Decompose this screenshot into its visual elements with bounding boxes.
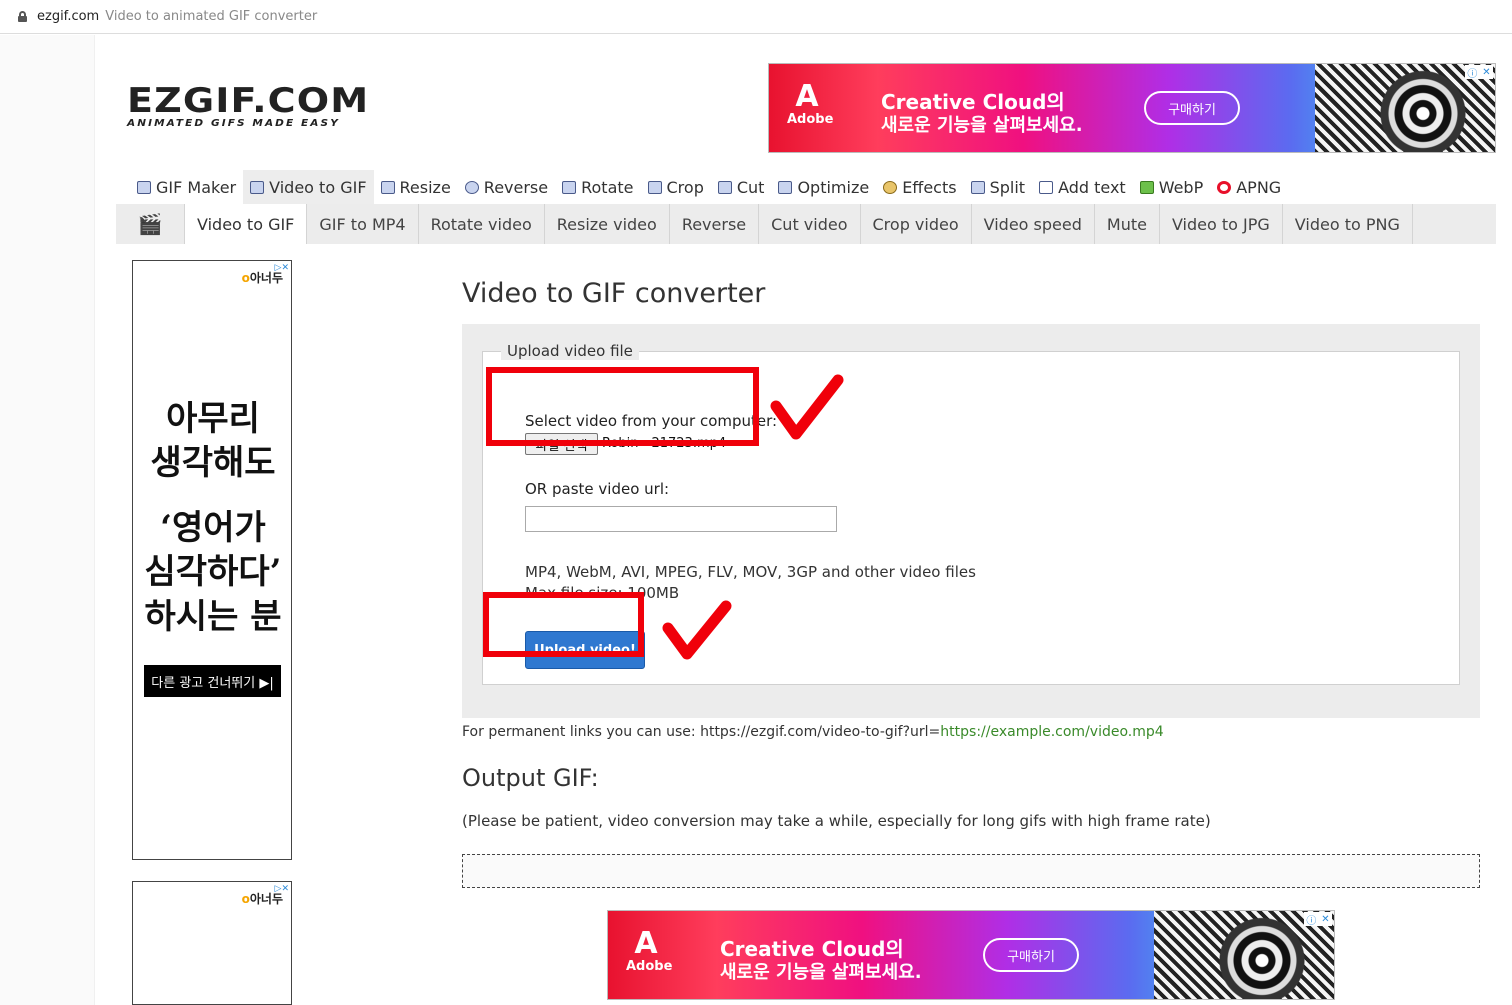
nav-optimize[interactable]: Optimize xyxy=(771,170,876,204)
nav-split[interactable]: Split xyxy=(964,170,1032,204)
nav-cut[interactable]: Cut xyxy=(711,170,772,204)
side-ad-line-4: 심각하다’ xyxy=(144,552,282,592)
subnav-crop-video[interactable]: Crop video xyxy=(859,204,971,244)
nav-gif-maker[interactable]: GIF Maker xyxy=(130,170,243,204)
url-label: OR paste video url: xyxy=(525,480,670,498)
video-url-input[interactable] xyxy=(525,506,837,532)
apng-icon xyxy=(1217,180,1232,194)
nav-crop[interactable]: Crop xyxy=(641,170,711,204)
highlight-box-upload xyxy=(483,592,644,657)
bottom-banner-ad[interactable]: A Adobe Creative Cloud의 새로운 기능을 살펴보세요. 구… xyxy=(607,910,1335,1000)
patience-note: (Please be patient, video conversion may… xyxy=(462,812,1211,830)
clapperboard-icon: 🎬 xyxy=(137,212,163,236)
optimize-icon xyxy=(778,180,793,194)
webp-icon xyxy=(1139,180,1154,194)
output-title: Output GIF: xyxy=(462,764,599,792)
add-text-icon xyxy=(1039,180,1054,194)
nav-video-to-gif[interactable]: Video to GIF xyxy=(243,170,374,204)
side-ad-line-1: 아무리 xyxy=(166,399,260,439)
checkmark-icon xyxy=(662,600,732,660)
resize-icon xyxy=(380,180,395,194)
adobe-logo: A Adobe xyxy=(626,926,673,975)
subnav-resize-video[interactable]: Resize video xyxy=(543,204,669,244)
top-banner-ad[interactable]: A Adobe Creative Cloud의 새로운 기능을 살펴보세요. 구… xyxy=(768,63,1496,153)
logo-wordmark: EZGIF.COM xyxy=(127,81,370,121)
page-title: Video to GIF converter xyxy=(462,278,766,309)
subnav-gif-to-mp4[interactable]: GIF to MP4 xyxy=(306,204,417,244)
subnav-rotate-video[interactable]: Rotate video xyxy=(417,204,544,244)
subnav-video-to-gif[interactable]: Video to GIF xyxy=(184,204,307,244)
ad-close-icon[interactable]: ⓘ ✕ xyxy=(1304,912,1332,927)
subnav-video-to-jpg[interactable]: Video to JPG xyxy=(1158,204,1282,244)
side-ad-line-2: 생각해도 xyxy=(150,443,276,483)
crop-icon xyxy=(647,180,662,194)
rotate-icon xyxy=(562,180,577,194)
effects-icon xyxy=(883,180,898,194)
permalink-example: https://example.com/video.mp4 xyxy=(940,724,1164,740)
side-ad-line-5: 하시는 분 xyxy=(144,597,282,637)
sub-nav: 🎬 Video to GIF GIF to MP4 Rotate video R… xyxy=(116,204,1496,244)
address-domain: ezgif.com xyxy=(37,9,100,24)
supported-formats: MP4, WebM, AVI, MPEG, FLV, MOV, 3GP and … xyxy=(525,563,976,581)
main-nav: GIF Maker Video to GIF Resize Reverse Ro… xyxy=(130,170,1288,204)
lock-icon xyxy=(18,11,27,22)
reverse-icon xyxy=(464,180,479,194)
left-margin xyxy=(0,35,95,1005)
ad-close-icon[interactable]: ⓘ ✕ xyxy=(1465,65,1493,80)
fieldset-legend: Upload video file xyxy=(501,342,639,360)
subnav-mute[interactable]: Mute xyxy=(1093,204,1159,244)
checkmark-icon xyxy=(770,374,844,440)
nav-reverse[interactable]: Reverse xyxy=(458,170,555,204)
nav-rotate[interactable]: Rotate xyxy=(555,170,640,204)
ad-headline-2: 새로운 기능을 살펴보세요. xyxy=(881,115,1083,136)
address-page-title: Video to animated GIF converter xyxy=(105,9,318,24)
side-ad[interactable]: ▷✕ o아너두 아무리 생각해도 ‘영어가 심각하다’ 하시는 분 다른 광고 … xyxy=(132,260,292,860)
side-ad2-brand: o아너두 xyxy=(241,892,283,906)
logo-tagline: ANIMATED GIFS MADE EASY xyxy=(127,118,340,129)
gif-maker-icon xyxy=(137,180,151,194)
adobe-logo: A Adobe xyxy=(787,79,834,128)
nav-resize[interactable]: Resize xyxy=(374,170,458,204)
subnav-cut-video[interactable]: Cut video xyxy=(758,204,859,244)
side-ad-brand: o아너두 xyxy=(241,271,283,285)
ad-headline-2: 새로운 기능을 살펴보세요. xyxy=(720,962,922,983)
subnav-video-speed[interactable]: Video speed xyxy=(970,204,1094,244)
permalink-note: For permanent links you can use: https:/… xyxy=(462,724,1164,740)
cut-icon xyxy=(717,180,732,194)
nav-apng[interactable]: APNG xyxy=(1210,170,1288,204)
ad-buy-button[interactable]: 구매하기 xyxy=(1144,91,1240,125)
side-ad-line-3: ‘영어가 xyxy=(160,508,266,548)
subnav-reverse[interactable]: Reverse xyxy=(668,204,758,244)
site-logo[interactable]: EZGIF.COM ANIMATED GIFS MADE EASY xyxy=(127,84,368,129)
address-bar[interactable]: ezgif.com Video to animated GIF converte… xyxy=(0,0,1512,34)
side-ad-2[interactable]: ▷✕ o아너두 xyxy=(132,881,292,1005)
nav-effects[interactable]: Effects xyxy=(876,170,963,204)
video-icon xyxy=(250,180,265,194)
output-area xyxy=(462,854,1480,888)
nav-webp[interactable]: WebP xyxy=(1133,170,1211,204)
ad-buy-button[interactable]: 구매하기 xyxy=(983,938,1079,972)
nav-add-text[interactable]: Add text xyxy=(1032,170,1133,204)
subnav-video-to-png[interactable]: Video to PNG xyxy=(1281,204,1413,244)
split-icon xyxy=(970,180,985,194)
side-ad-skip-button[interactable]: 다른 광고 건너뛰기 ▶| xyxy=(144,665,281,697)
highlight-box-file-select xyxy=(486,367,759,446)
